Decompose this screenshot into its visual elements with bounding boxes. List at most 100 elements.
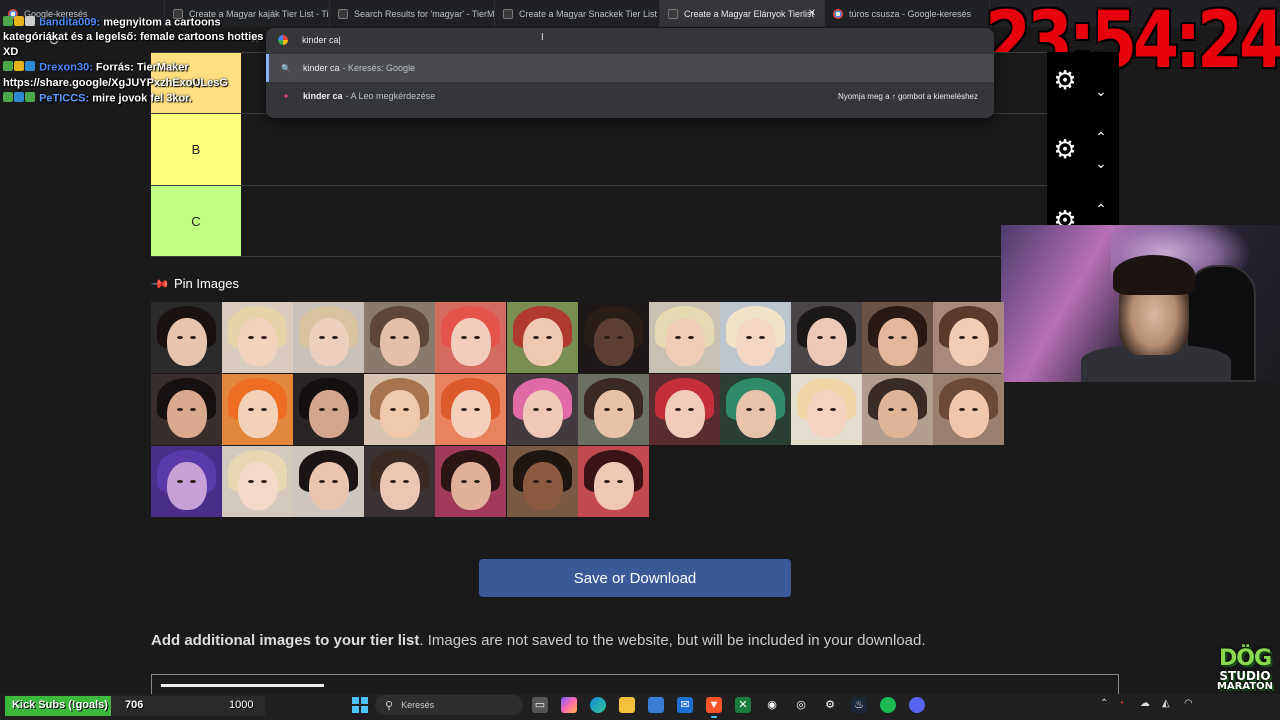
address-bar[interactable]: kinder ca | <box>266 28 994 52</box>
tier-image-thumbnail[interactable] <box>933 302 1004 373</box>
tier-image-thumbnail[interactable] <box>791 374 862 445</box>
tier-image-thumbnail[interactable] <box>293 302 364 373</box>
tier-image-thumbnail[interactable] <box>507 374 578 445</box>
tier-image-thumbnail[interactable] <box>151 302 222 373</box>
tiermaker-favicon-icon <box>668 8 678 19</box>
gear-icon[interactable]: ⚙ <box>1051 66 1079 94</box>
browser-tab[interactable]: Create a Magyar Snackek Tier List - T <box>495 0 660 27</box>
tier-image-thumbnail[interactable] <box>364 446 435 517</box>
thumb-eye <box>546 480 552 483</box>
tier-image-thumbnail[interactable] <box>435 446 506 517</box>
thumb-eye <box>959 336 965 339</box>
tier-image-thumbnail[interactable] <box>364 302 435 373</box>
screen: Google-keresés Create a Magyar kaják Tier… <box>0 0 1280 720</box>
tray-volume-icon[interactable]: ◭ <box>1162 698 1170 709</box>
tier-image-thumbnail[interactable] <box>222 374 293 445</box>
tier-image-thumbnail[interactable] <box>933 374 1004 445</box>
tier-image-thumbnail[interactable] <box>649 374 720 445</box>
task-view-icon[interactable]: ▭ <box>532 697 548 713</box>
tier-image-thumbnail[interactable] <box>222 302 293 373</box>
tier-image-thumbnail[interactable] <box>293 446 364 517</box>
settings-icon[interactable]: ⚙ <box>822 697 838 713</box>
tier-image-thumbnail[interactable] <box>649 302 720 373</box>
thumb-eye <box>390 336 396 339</box>
tray-chevron-up-icon[interactable]: ⌃ <box>1100 698 1108 709</box>
save-download-button[interactable]: Save or Download <box>479 559 791 597</box>
tier-image-thumbnail[interactable] <box>222 446 293 517</box>
tier-image-thumbnail[interactable] <box>578 302 649 373</box>
pin-images-title: Pin Images <box>173 276 239 291</box>
tier-image-thumbnail[interactable] <box>578 446 649 517</box>
tier-image-thumbnail[interactable] <box>507 302 578 373</box>
discord-icon[interactable] <box>909 697 925 713</box>
chat-badges <box>3 91 36 106</box>
windows-start-icon[interactable] <box>352 697 368 713</box>
tier-image-thumbnail[interactable] <box>293 374 364 445</box>
excel-icon[interactable]: ✕ <box>735 697 751 713</box>
browser-tab[interactable]: túros csusza - Google-keresés <box>825 0 990 27</box>
chevron-up-icon[interactable]: ⌃ <box>1091 130 1111 144</box>
chat-text: mire jovok fel 3kor. <box>92 92 192 105</box>
tier-image-thumbnail[interactable] <box>862 374 933 445</box>
goal-max: 1000 <box>229 699 254 711</box>
tier-image-thumbnail[interactable] <box>791 302 862 373</box>
tab-title: Create a Magyar Elányok Tierlist <box>684 8 815 19</box>
edge-icon[interactable] <box>590 697 606 713</box>
tier-image-thumbnail[interactable] <box>364 374 435 445</box>
leo-icon: ✦ <box>282 91 290 101</box>
thumb-eye <box>177 480 183 483</box>
tray-app-icon[interactable]: ◔ <box>1118 698 1124 709</box>
tray-wifi-icon[interactable]: ◠ <box>1184 698 1193 709</box>
tier-label-c[interactable]: C <box>151 186 241 256</box>
chevron-down-icon[interactable]: ⌄ <box>1091 156 1111 170</box>
kick-subs-goal-bar: Kick Subs (!goals) 706 1000 <box>5 696 265 716</box>
chevron-up-icon[interactable]: ⌃ <box>1091 202 1111 216</box>
steam-icon[interactable]: ♨ <box>851 697 867 713</box>
tier-row-b[interactable]: B <box>151 113 1047 185</box>
tier-image-thumbnail[interactable] <box>435 374 506 445</box>
tier-image-thumbnail[interactable] <box>151 446 222 517</box>
thumb-eye <box>261 408 267 411</box>
thumb-face <box>949 318 989 366</box>
spotify-icon[interactable] <box>880 697 896 713</box>
tier-image-thumbnail[interactable] <box>862 302 933 373</box>
thumb-eye <box>888 336 894 339</box>
tier-label-b[interactable]: B <box>151 114 241 185</box>
thumb-eye <box>461 408 467 411</box>
browser-tab[interactable]: Create a Magyar Elányok Tierlist ✕ <box>660 0 825 27</box>
chat-badge-icon <box>3 91 13 102</box>
thumb-face <box>523 462 563 510</box>
tier-image-thumbnail[interactable] <box>720 374 791 445</box>
tab-title: Create a Magyar Snackek Tier List - T <box>519 8 660 19</box>
omnibox-suggestion-google[interactable]: 🔍 kinder ca - Keresés: Google <box>266 54 994 82</box>
gear-icon[interactable]: ⚙ <box>1051 135 1079 163</box>
tier-row-c[interactable]: C <box>151 185 1047 257</box>
suggestion-hint: Nyomja meg a ↑ gombot a kiemeléshez <box>837 91 978 101</box>
tray-cloud-icon[interactable]: ☁ <box>1140 698 1150 709</box>
obs-icon[interactable]: ◉ <box>764 697 780 713</box>
chat-badge-icon <box>3 16 13 26</box>
goal-label: Kick Subs (!goals) <box>12 699 108 711</box>
copilot-icon[interactable] <box>561 697 577 713</box>
address-input[interactable]: kinder ca <box>302 35 339 45</box>
taskbar-search[interactable]: ⚲ Keresés <box>375 695 523 715</box>
webcam-hair <box>1113 255 1195 295</box>
brave-icon[interactable]: ▼ <box>706 697 722 718</box>
chevron-down-icon[interactable]: ⌄ <box>1091 84 1111 98</box>
tier-image-thumbnail[interactable] <box>578 374 649 445</box>
store-icon[interactable] <box>648 697 664 713</box>
mail-icon[interactable]: ✉ <box>677 697 693 713</box>
browser-tab[interactable]: Search Results for 'magyar' - TierMak <box>330 0 495 27</box>
chatterino-icon[interactable]: ◎ <box>793 697 809 713</box>
tier-image-thumbnail[interactable] <box>435 302 506 373</box>
thumb-face <box>167 318 207 366</box>
omnibox-suggestion-leo[interactable]: ✦ kinder ca - A Leo megkérdezése Nyomja … <box>266 82 994 110</box>
close-tab-icon[interactable]: ✕ <box>808 8 816 19</box>
tier-image-thumbnail[interactable] <box>151 374 222 445</box>
thumb-eye <box>403 336 409 339</box>
tier-image-thumbnail[interactable] <box>507 446 578 517</box>
upload-area[interactable] <box>151 674 1119 694</box>
file-explorer-icon[interactable] <box>619 697 635 713</box>
tier-image-thumbnail[interactable] <box>720 302 791 373</box>
thumb-eye <box>675 336 681 339</box>
